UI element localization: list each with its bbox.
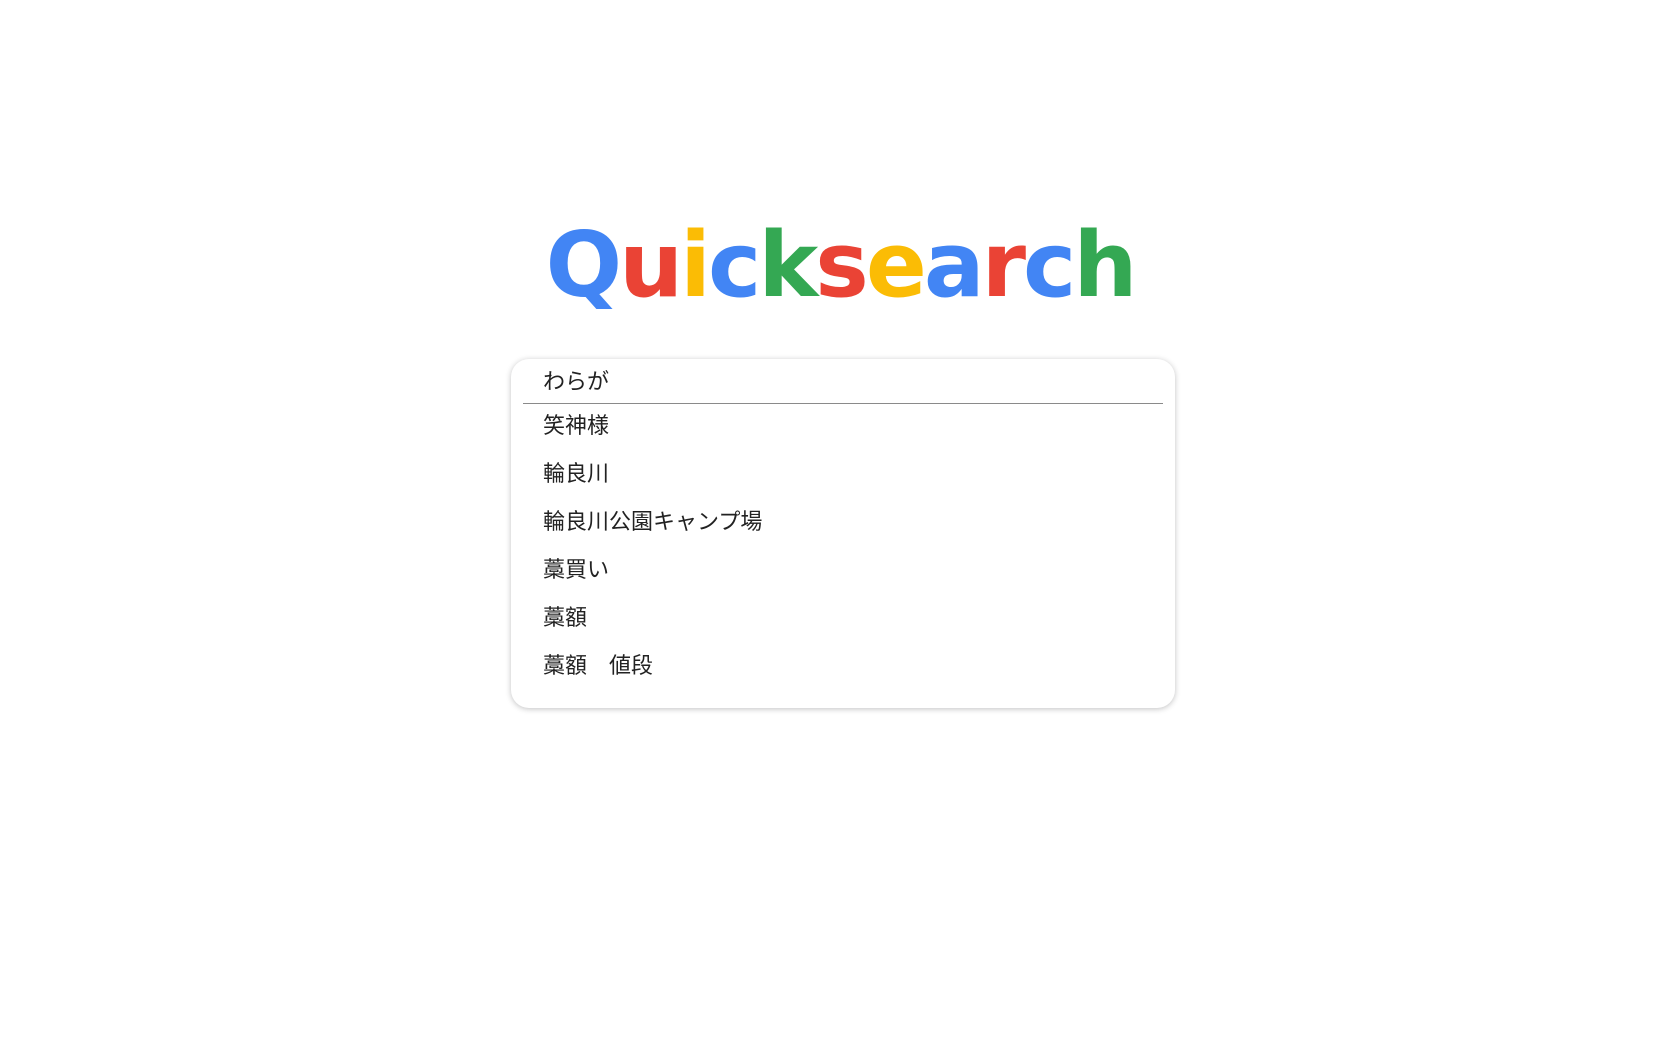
logo-letter: i (680, 213, 711, 318)
logo-letter: r (981, 213, 1026, 318)
logo-letter: k (758, 213, 818, 318)
logo-letter: Q (545, 213, 622, 318)
quicksearch-logo: Quicksearch (0, 216, 1680, 316)
page: Quicksearch 笑神様 輪良川 輪良川公園キャンプ場 藁買い 藁額 藁額… (0, 0, 1680, 1050)
search-input[interactable] (531, 365, 1143, 395)
suggestion-item[interactable]: 藁買い (511, 547, 1175, 595)
logo-letter: s (815, 213, 869, 318)
search-box: 笑神様 輪良川 輪良川公園キャンプ場 藁買い 藁額 藁額 値段 (511, 359, 1175, 708)
suggestion-item[interactable]: 藁額 値段 (511, 643, 1175, 691)
search-query-row (523, 359, 1163, 404)
suggestion-item[interactable]: 笑神様 (511, 403, 1175, 451)
logo-letter: u (619, 213, 683, 318)
suggestion-item[interactable]: 輪良川 (511, 451, 1175, 499)
logo-letter: a (923, 213, 985, 318)
suggestion-item[interactable]: 藁額 (511, 595, 1175, 643)
suggestion-list: 笑神様 輪良川 輪良川公園キャンプ場 藁買い 藁額 藁額 値段 (511, 403, 1175, 691)
logo-letter: e (865, 213, 927, 318)
logo-letter: c (708, 213, 761, 318)
logo-letter: h (1073, 213, 1137, 318)
logo-letter: c (1022, 213, 1076, 318)
suggestion-item[interactable]: 輪良川公園キャンプ場 (511, 499, 1175, 547)
